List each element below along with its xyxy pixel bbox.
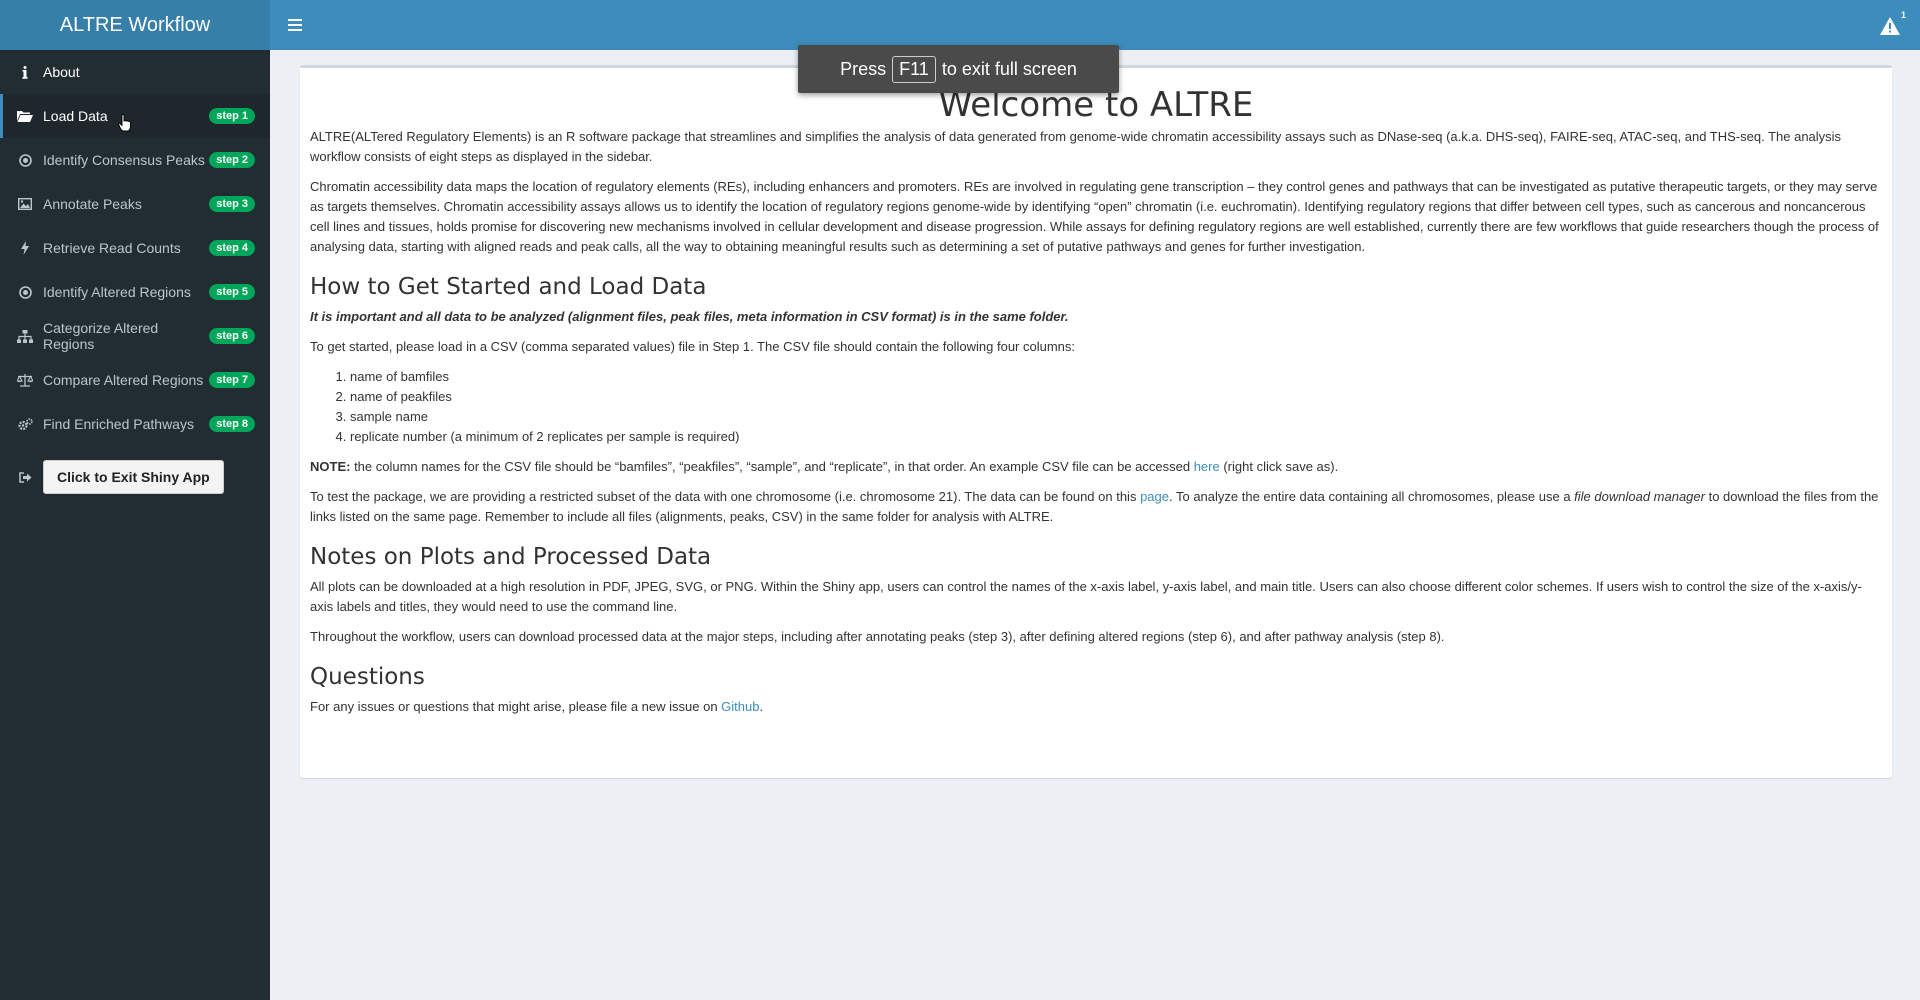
sign-out-icon: [17, 469, 33, 485]
test-mid: . To analyze the entire data containing …: [1168, 489, 1575, 504]
welcome-box: Welcome to ALTRE ALTRE(ALTered Regulator…: [300, 65, 1892, 778]
list-item: replicate number (a minimum of 2 replica…: [350, 427, 1882, 447]
important-note: It is important and all data to be analy…: [310, 307, 1882, 327]
example-csv-link[interactable]: here: [1194, 459, 1220, 474]
sidebar-item-label: Annotate Peaks: [43, 196, 142, 212]
bolt-icon: [17, 240, 33, 256]
sidebar-item-annotate-peaks[interactable]: Annotate Peaks step 3: [0, 182, 270, 226]
f11-key: F11: [892, 55, 936, 83]
info-icon: [17, 64, 33, 80]
sidebar-item-about[interactable]: About: [0, 50, 270, 94]
sidebar-item-categorize-altered-regions[interactable]: Categorize Altered Regions step 6: [0, 314, 270, 358]
balance-scale-icon: [17, 372, 33, 388]
sidebar-item-compare-altered-regions[interactable]: Compare Altered Regions step 7: [0, 358, 270, 402]
intro-paragraph-2: Chromatin accessibility data maps the lo…: [310, 179, 1879, 254]
sidebar-item-label: Identify Altered Regions: [43, 284, 191, 300]
intro-paragraph-1: ALTRE(ALTered Regulatory Elements) is an…: [310, 129, 1842, 164]
note-label: NOTE:: [310, 459, 351, 474]
csv-columns-list: name of bamfiles name of peakfiles sampl…: [310, 367, 1882, 447]
note-paragraph: NOTE: the column names for the CSV file …: [310, 457, 1882, 477]
questions-paragraph: For any issues or questions that might a…: [310, 697, 1882, 717]
step-badge: step 6: [209, 328, 255, 344]
bullseye-icon: [17, 152, 33, 168]
test-data-paragraph: To test the package, we are providing a …: [310, 487, 1882, 527]
list-item: sample name: [350, 407, 1882, 427]
section-heading-plots: Notes on Plots and Processed Data: [310, 544, 712, 570]
note-tail: (right click save as).: [1219, 459, 1339, 474]
step-badge: step 7: [209, 372, 255, 388]
folder-open-icon: [17, 108, 33, 124]
step-badge: step 5: [209, 284, 255, 300]
page-title: Welcome to ALTRE: [938, 85, 1254, 125]
sidebar-item-label: Identify Consensus Peaks: [43, 152, 205, 168]
sidebar-toggle-icon[interactable]: [284, 13, 306, 37]
section-heading-questions: Questions: [310, 664, 425, 690]
sidebar-item-retrieve-read-counts[interactable]: Retrieve Read Counts step 4: [0, 226, 270, 270]
test-text: To test the package, we are providing a …: [310, 489, 1141, 504]
sidebar-item-label: Compare Altered Regions: [43, 372, 204, 388]
sidebar-item-load-data[interactable]: Load Data step 1: [0, 94, 270, 138]
sidebar: About Load Data step 1 Identify Consensu…: [0, 50, 270, 1000]
sidebar-item-label: Retrieve Read Counts: [43, 240, 181, 256]
notification-count: 1: [1900, 10, 1906, 20]
plots-paragraph-2: Throughout the workflow, users can downl…: [310, 629, 1445, 644]
sidebar-item-label: Categorize Altered Regions: [43, 320, 159, 352]
cogs-icon: [17, 416, 33, 432]
questions-tail: .: [759, 699, 764, 714]
plots-paragraph-1: All plots can be downloaded at a high re…: [310, 579, 1862, 614]
image-icon: [17, 196, 33, 212]
step-badge: step 8: [209, 416, 255, 432]
top-navbar: 1: [270, 0, 1920, 50]
get-started-paragraph: To get started, please load in a CSV (co…: [310, 339, 1076, 354]
sidebar-item-label: Find Enriched Pathways: [43, 416, 194, 432]
sitemap-icon: [17, 328, 33, 344]
fullscreen-press-text: Press: [840, 58, 887, 79]
exit-row: Click to Exit Shiny App: [0, 452, 270, 502]
warning-notification-icon[interactable]: 1: [1880, 10, 1906, 38]
section-heading-get-started: How to Get Started and Load Data: [310, 274, 707, 300]
sidebar-item-identify-consensus-peaks[interactable]: Identify Consensus Peaks step 2: [0, 138, 270, 182]
note-text: the column names for the CSV file should…: [350, 459, 1194, 474]
list-item: name of bamfiles: [350, 367, 1882, 387]
questions-text: For any issues or questions that might a…: [310, 699, 722, 714]
step-badge: step 4: [209, 240, 255, 256]
fullscreen-notice: Press F11 to exit full screen: [798, 45, 1119, 93]
github-link[interactable]: Github: [721, 699, 759, 714]
test-emphasis: file download manager: [1574, 489, 1705, 504]
list-item: name of peakfiles: [350, 387, 1882, 407]
sidebar-item-identify-altered-regions[interactable]: Identify Altered Regions step 5: [0, 270, 270, 314]
fullscreen-rest-text: to exit full screen: [941, 58, 1077, 79]
step-badge: step 1: [209, 108, 255, 124]
important-note-text: It is important and all data to be analy…: [310, 309, 1069, 324]
step-badge: step 3: [209, 196, 255, 212]
test-data-page-link[interactable]: page: [1140, 489, 1169, 504]
sidebar-item-find-enriched-pathways[interactable]: Find Enriched Pathways step 8: [0, 402, 270, 446]
step-badge: step 2: [209, 152, 255, 168]
app-title[interactable]: ALTRE Workflow: [0, 0, 270, 50]
mouse-pointer-icon: [118, 114, 132, 137]
sidebar-item-label: About: [43, 64, 80, 80]
bullseye-icon: [17, 284, 33, 300]
exit-shiny-app-button[interactable]: Click to Exit Shiny App: [43, 460, 224, 494]
